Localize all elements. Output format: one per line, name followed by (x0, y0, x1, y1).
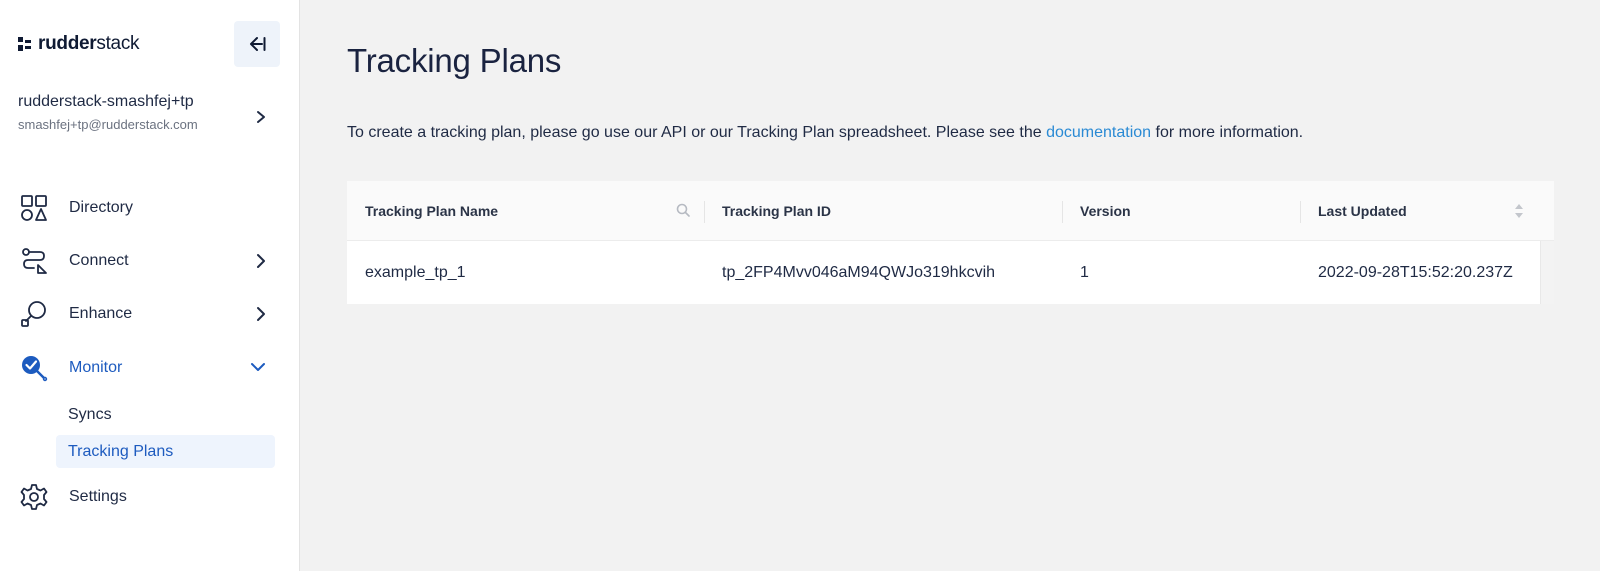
intro-text: To create a tracking plan, please go use… (347, 124, 1303, 142)
nav-label-settings: Settings (69, 488, 127, 505)
search-icon[interactable] (676, 203, 690, 217)
sidebar: rudderstack rudderstack-smashfej+tp smas… (0, 0, 300, 571)
chevron-right-icon (257, 254, 265, 268)
cell-plan-name: example_tp_1 (365, 263, 466, 281)
collapse-sidebar-button[interactable] (234, 21, 280, 67)
magnifier-check-icon (20, 354, 48, 382)
column-header-label: Last Updated (1318, 202, 1407, 219)
column-header-last-updated[interactable]: Last Updated (1300, 181, 1554, 240)
brand-name: rudderstack (38, 33, 140, 54)
page-title: Tracking Plans (347, 42, 562, 79)
nav-label-monitor: Monitor (69, 359, 123, 376)
nav-label-directory: Directory (69, 199, 134, 216)
nav-item-settings[interactable]: Settings (20, 479, 278, 515)
table-scrollbar[interactable] (1540, 241, 1554, 304)
nav-item-directory[interactable]: Directory (20, 190, 278, 226)
chevron-right-icon (257, 307, 265, 321)
column-header-label: Tracking Plan Name (365, 202, 499, 219)
intro-text-after: for more information. (1151, 124, 1304, 141)
nav-item-enhance[interactable]: Enhance (20, 296, 278, 332)
nav-item-monitor[interactable]: Monitor (20, 350, 278, 386)
logo-mark-icon (18, 37, 31, 51)
cell-version: 1 (1080, 263, 1089, 281)
tracking-plans-table: Tracking Plan Name Tracking Plan ID Vers… (347, 181, 1554, 304)
column-header-version: Version (1062, 181, 1300, 240)
intro-text-before: To create a tracking plan, please go use… (347, 124, 1047, 141)
workspace-name: rudderstack-smashfej+tp (18, 93, 194, 110)
table-header: Tracking Plan Name Tracking Plan ID Vers… (347, 181, 1554, 241)
gear-icon (20, 483, 48, 511)
sort-icon[interactable] (1514, 203, 1524, 219)
route-connect-icon (20, 247, 48, 275)
app-root: rudderstack rudderstack-smashfej+tp smas… (0, 0, 1600, 571)
grid-shapes-icon (20, 194, 48, 222)
workspace-switcher[interactable]: rudderstack-smashfej+tp smashfej+tp@rudd… (18, 92, 280, 142)
documentation-link[interactable]: documentation (1046, 124, 1151, 141)
column-header-label: Version (1080, 202, 1131, 219)
chevron-down-icon (251, 363, 265, 371)
column-header-label: Tracking Plan ID (722, 202, 831, 219)
chevron-right-icon (257, 111, 265, 123)
column-header-id: Tracking Plan ID (704, 181, 1062, 240)
nav-label-connect: Connect (69, 252, 129, 269)
nav-item-connect[interactable]: Connect (20, 243, 278, 279)
nav-subitem-syncs[interactable]: Syncs (56, 398, 275, 431)
brand-logo[interactable]: rudderstack (18, 33, 140, 55)
workspace-email: smashfej+tp@rudderstack.com (18, 117, 198, 132)
transform-nodes-icon (20, 300, 48, 328)
cell-plan-id: tp_2FP4Mvv046aM94QWJo319hkcvih (722, 263, 996, 281)
collapse-sidebar-icon (250, 37, 266, 51)
column-header-name: Tracking Plan Name (347, 181, 704, 240)
nav-label-enhance: Enhance (69, 305, 133, 322)
table-row[interactable]: example_tp_1 tp_2FP4Mvv046aM94QWJo319hkc… (347, 241, 1554, 304)
cell-last-updated: 2022-09-28T15:52:20.237Z (1318, 263, 1513, 281)
nav-subitem-tracking-plans[interactable]: Tracking Plans (56, 435, 275, 468)
main-content: Tracking Plans To create a tracking plan… (300, 0, 1600, 571)
